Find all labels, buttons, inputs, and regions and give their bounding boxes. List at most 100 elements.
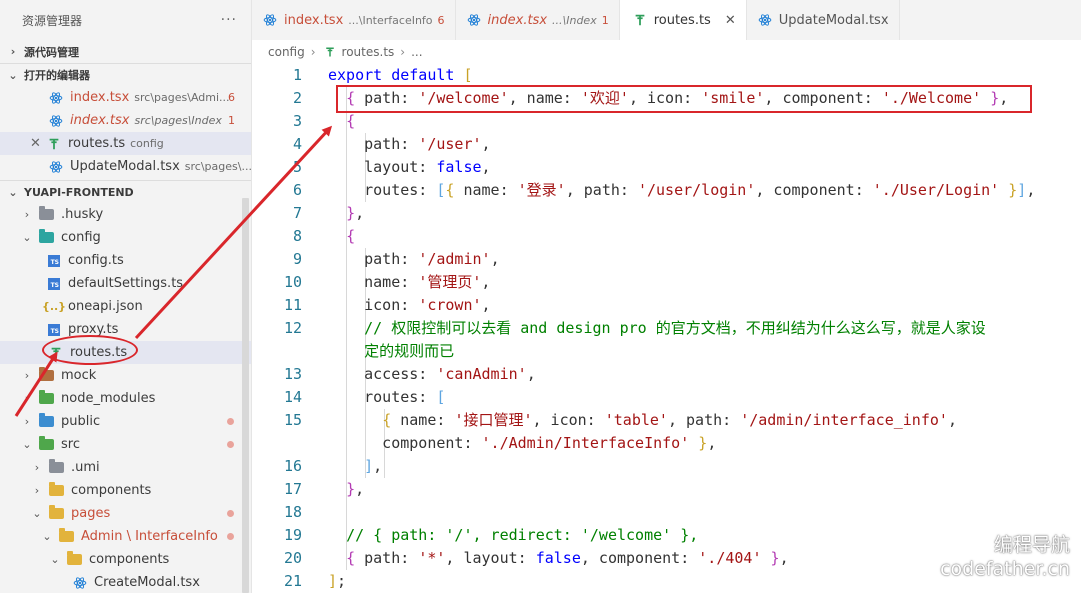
code-text: export default [ [328, 66, 473, 84]
code-text: access: 'canAdmin', [328, 365, 536, 383]
code-text: component: './Admin/InterfaceInfo' }, [328, 434, 717, 452]
tree-folder[interactable]: ⌄ components [0, 548, 251, 571]
tree-folder[interactable]: › .husky [0, 203, 251, 226]
breadcrumb-file[interactable]: routes.ts [342, 45, 395, 59]
tree-folder-name: node_modules [61, 391, 156, 406]
tree-file[interactable]: CreateModal.tsx [0, 571, 251, 593]
code-text: { [346, 227, 356, 245]
line-number: 5 [292, 158, 302, 176]
tab-index-index[interactable]: index.tsx ...\Index 1 [456, 0, 620, 40]
open-editor-item[interactable]: index.tsx src\pages\Admi... 6 [0, 86, 251, 109]
tree-folder[interactable]: ⌄ src [0, 433, 251, 456]
tree-folder[interactable]: ⌄ Admin \ InterfaceInfo [0, 525, 251, 548]
folder-icon [49, 482, 64, 496]
typescript-icon: TS [48, 254, 60, 267]
section-source-control[interactable]: › 源代码管理 [0, 40, 251, 63]
tree-file[interactable]: TS proxy.ts [0, 318, 251, 341]
line-number: 15 [283, 411, 302, 429]
code-editor[interactable]: 1 export default [ 2 { path: '/welcome', … [252, 64, 1081, 593]
folder-icon [49, 459, 64, 473]
chevron-right-icon: › [24, 208, 30, 221]
section-open-editors-title: 打开的编辑器 [24, 69, 90, 82]
react-icon [757, 12, 773, 28]
explorer-header: 资源管理器 ··· [0, 0, 251, 40]
open-editor-path: src\pages\Index [134, 114, 222, 127]
folder-open-icon [39, 229, 54, 243]
tab-updatemodal[interactable]: UpdateModal.tsx [747, 0, 900, 40]
tab-index-interfaceinfo[interactable]: index.tsx ...\InterfaceInfo 6 [252, 0, 456, 40]
code-text: icon: 'crown', [328, 296, 491, 314]
code-text: { path: '*', layout: false, component: '… [346, 549, 789, 567]
breadcrumb-folder[interactable]: config [268, 45, 305, 59]
code-comment-wrap: 定的规则而已 [364, 342, 455, 360]
json-icon: {..} [41, 300, 67, 313]
more-actions-icon[interactable]: ··· [221, 12, 237, 28]
code-line: 17 }, [252, 478, 1081, 501]
tree-file-name: CreateModal.tsx [94, 575, 200, 590]
chevron-right-icon: › [24, 369, 30, 382]
code-text: layout: false, [328, 158, 491, 176]
chevron-down-icon: ⌄ [8, 185, 18, 199]
routes-file-icon [48, 345, 64, 361]
code-line: 13 access: 'canAdmin', [252, 363, 1081, 386]
tree-file[interactable]: TS defaultSettings.ts [0, 272, 251, 295]
problem-count-badge: 1 [601, 13, 609, 27]
line-number: 17 [283, 480, 302, 498]
tree-folder[interactable]: › node_modules [0, 387, 251, 410]
line-number: 16 [283, 457, 302, 475]
open-editor-name: index.tsx [70, 113, 130, 128]
tree-folder-name: public [61, 414, 101, 429]
tree-folder[interactable]: › mock [0, 364, 251, 387]
chevron-down-icon: ⌄ [32, 507, 42, 520]
react-icon [48, 113, 64, 129]
line-number: 1 [292, 66, 302, 84]
code-line: 3 { [252, 110, 1081, 133]
tree-file[interactable]: TS config.ts [0, 249, 251, 272]
tree-file[interactable]: {..} oneapi.json [0, 295, 251, 318]
routes-file-icon [322, 46, 338, 58]
code-text: }, [346, 480, 365, 498]
open-editor-item[interactable]: UpdateModal.tsx src\pages\... [0, 155, 251, 178]
tree-folder[interactable]: › components [0, 479, 251, 502]
open-editor-item[interactable]: index.tsx src\pages\Index 1 [0, 109, 251, 132]
open-editor-name: index.tsx [70, 90, 130, 105]
code-text: { path: '/welcome', name: '欢迎', icon: 's… [346, 89, 1009, 107]
tree-file-name: defaultSettings.ts [68, 276, 184, 291]
tree-folder-name: components [71, 483, 152, 498]
tab-path: ...\Index [552, 13, 597, 27]
chevron-down-icon: ⌄ [22, 438, 32, 451]
breadcrumb-symbol[interactable]: ... [411, 45, 422, 59]
line-number: 11 [283, 296, 302, 314]
line-number: 9 [292, 250, 302, 268]
line-number: 7 [292, 204, 302, 222]
tree-folder[interactable]: › .umi [0, 456, 251, 479]
line-number: 4 [292, 135, 302, 153]
close-icon[interactable]: ✕ [30, 136, 44, 151]
tree-file-active[interactable]: routes.ts [0, 341, 251, 364]
open-editor-item-active[interactable]: ✕ routes.ts config [0, 132, 251, 155]
code-line: 9 path: '/admin', [252, 248, 1081, 271]
section-open-editors[interactable]: ⌄ 打开的编辑器 [0, 63, 251, 86]
tree-folder-name: config [61, 230, 101, 245]
code-line: component: './Admin/InterfaceInfo' }, [252, 432, 1081, 455]
open-editor-path: src\pages\... [184, 160, 251, 173]
section-project[interactable]: ⌄ YUAPI-FRONTEND [0, 180, 251, 203]
code-text: // 权限控制可以去看 and design pro 的官方文档，不用纠结为什么… [328, 317, 986, 340]
explorer-title: 资源管理器 [22, 13, 83, 28]
open-editor-path: config [130, 137, 164, 150]
react-icon [262, 12, 278, 28]
chevron-right-icon: › [24, 415, 30, 428]
folder-icon [39, 206, 54, 220]
tree-folder[interactable]: › public [0, 410, 251, 433]
modified-dot [227, 418, 234, 425]
chevron-right-icon: › [34, 484, 40, 497]
code-text: routes: [{ name: '登录', path: '/user/logi… [328, 181, 1036, 199]
line-number: 13 [283, 365, 302, 383]
close-tab-icon[interactable]: ✕ [725, 13, 736, 28]
tree-folder[interactable]: ⌄ config [0, 226, 251, 249]
tab-routes[interactable]: routes.ts ✕ [619, 0, 747, 40]
sidebar-scrollbar[interactable] [242, 198, 249, 593]
code-line: 11 icon: 'crown', [252, 294, 1081, 317]
tree-folder[interactable]: ⌄ pages [0, 502, 251, 525]
routes-file-icon [46, 136, 62, 152]
